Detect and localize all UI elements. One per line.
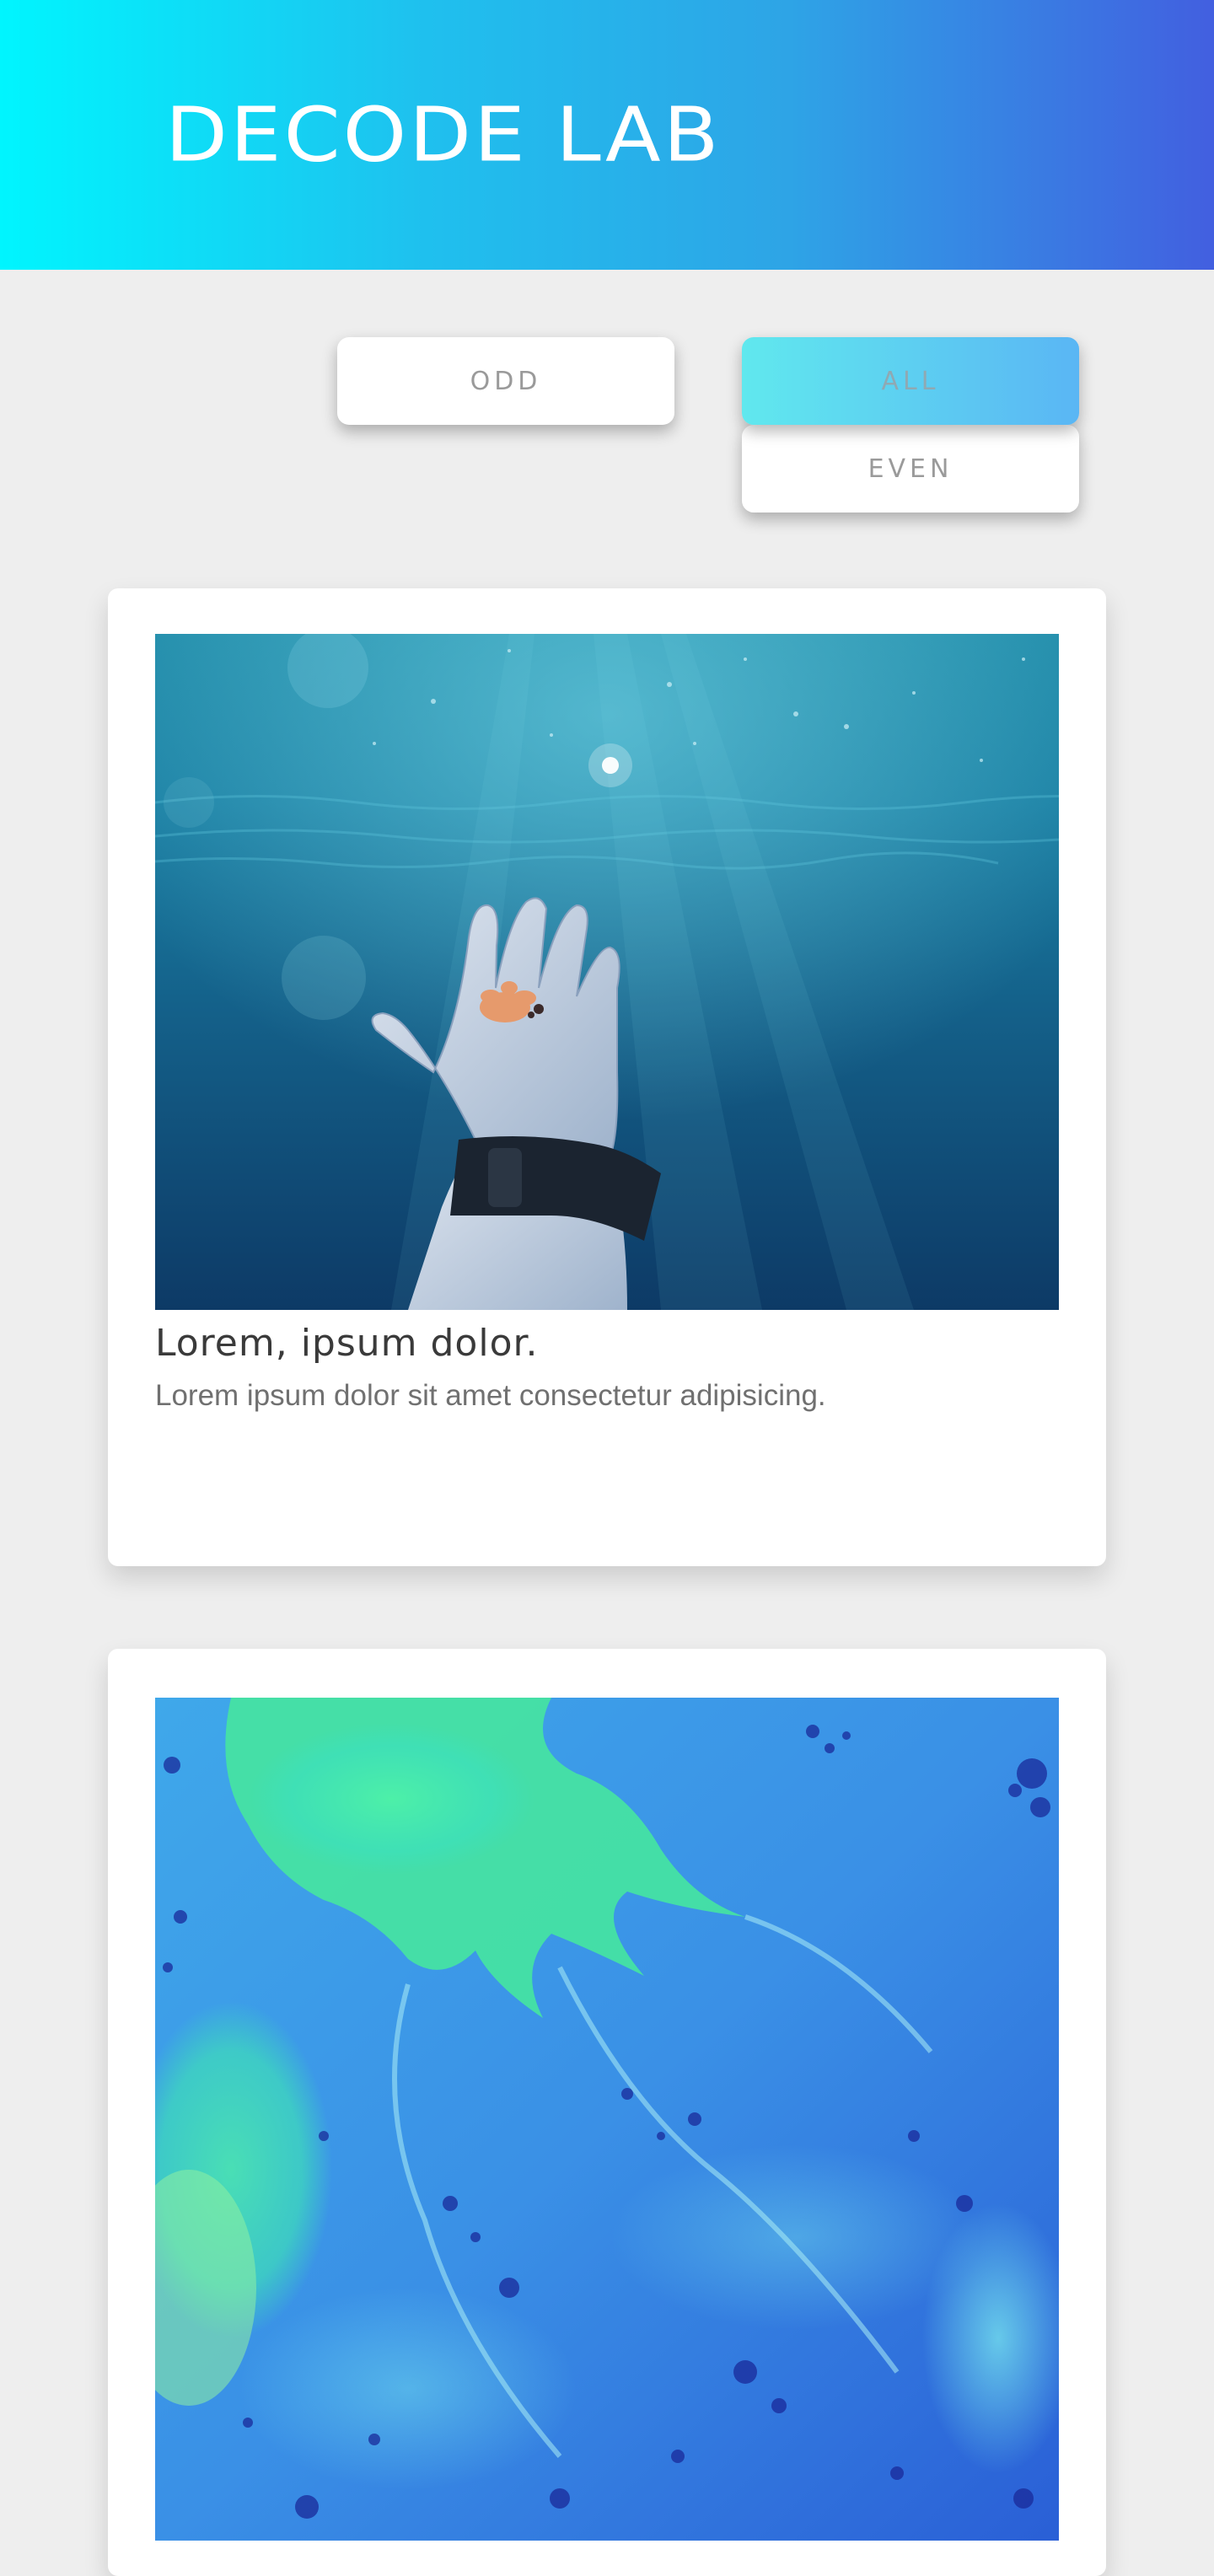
page-header: DECODE LAB <box>0 0 1214 270</box>
blue-green-marble-photo <box>155 1698 1059 2541</box>
card-image <box>155 634 1059 1310</box>
filter-all-button[interactable]: ALL <box>742 337 1079 425</box>
card-title: Lorem, ipsum dolor. <box>155 1322 539 1365</box>
brand-title: DECODE LAB <box>165 90 722 179</box>
gallery-card <box>108 1649 1106 2576</box>
filter-even-button[interactable]: EVEN <box>742 425 1079 513</box>
filter-odd-button[interactable]: ODD <box>337 337 674 425</box>
underwater-hand-photo <box>155 634 1059 1310</box>
card-description: Lorem ipsum dolor sit amet consectetur a… <box>155 1379 826 1412</box>
card-image <box>155 1698 1059 2541</box>
gallery-card: Lorem, ipsum dolor. Lorem ipsum dolor si… <box>108 588 1106 1566</box>
